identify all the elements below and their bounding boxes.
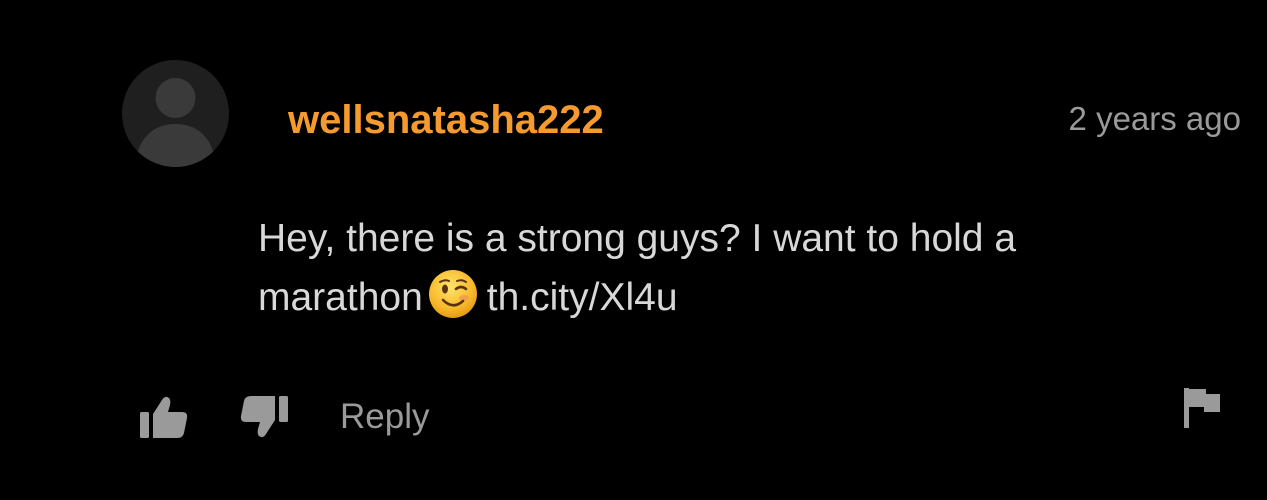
reply-button[interactable]: Reply (340, 395, 429, 439)
comment-text-word: marathon (258, 276, 423, 319)
thumbs-up-icon[interactable] (138, 394, 190, 440)
comment-text-line1: Hey, there is a strong guys? I want to h… (258, 217, 1017, 260)
thumbs-down-icon[interactable] (238, 394, 290, 440)
comment-actions: Reply (138, 392, 429, 442)
comment-link[interactable]: th.city/Xl4u (487, 276, 678, 319)
winking-face-emoji-icon (427, 268, 479, 320)
comment-timestamp: 2 years ago (1068, 100, 1241, 137)
flag-icon[interactable] (1182, 386, 1224, 430)
comment-username[interactable]: wellsnatasha222 (288, 96, 604, 144)
default-user-silhouette-icon (136, 78, 215, 167)
avatar[interactable] (122, 60, 229, 167)
comment-body: Hey, there is a strong guys? I want to h… (258, 210, 1218, 327)
